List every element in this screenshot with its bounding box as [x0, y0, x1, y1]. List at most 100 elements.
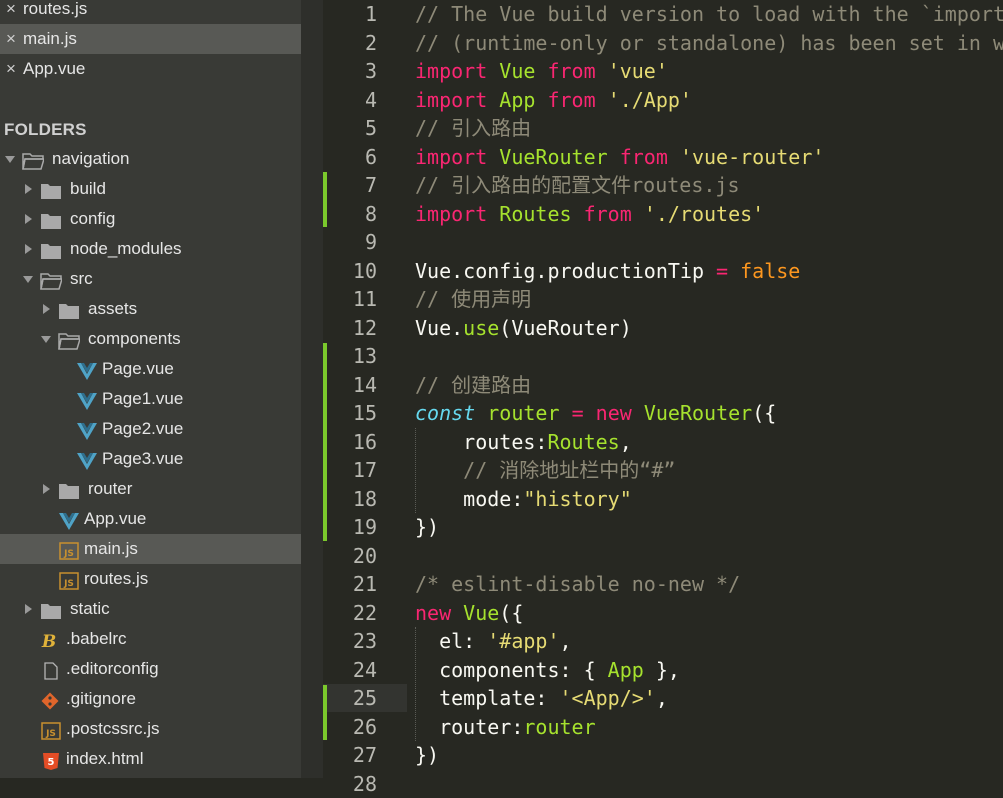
tree-item-label: node_modules [70, 239, 182, 258]
code-line[interactable]: // The Vue build version to load with th… [415, 0, 1003, 28]
git-file-icon [40, 690, 62, 710]
code-line[interactable]: mode:"history" [415, 485, 632, 513]
tree-item-config[interactable]: config [0, 204, 301, 234]
tree-item-page1-vue[interactable]: Page1.vue [0, 384, 301, 414]
open-file-1[interactable]: × main.js [0, 24, 301, 54]
tree-item-main-js[interactable]: JS main.js [0, 534, 301, 564]
code-line[interactable]: Vue.config.productionTip = false [415, 257, 800, 285]
close-icon[interactable]: × [6, 54, 16, 84]
code-line[interactable]: template: '<App/>', [415, 684, 668, 712]
code-line[interactable]: // 引入路由 [415, 114, 531, 142]
tree-item-label: Page3.vue [102, 449, 184, 468]
tree-item-src[interactable]: src [0, 264, 301, 294]
chevron-down-icon[interactable] [40, 324, 52, 354]
line-number: 26 [352, 714, 377, 739]
tree-item-page2-vue[interactable]: Page2.vue [0, 414, 301, 444]
code-line[interactable]: // 消除地址栏中的“#” [415, 456, 675, 484]
line-number: 22 [352, 600, 377, 625]
chevron-right-icon[interactable] [22, 234, 34, 264]
code-token: template: [415, 686, 560, 710]
code-line[interactable]: router:router [415, 713, 596, 741]
code-line[interactable]: // (runtime-only or standalone) has been… [415, 29, 1003, 57]
tree-item-navigation[interactable]: navigation [0, 144, 301, 174]
tree-item-page-vue[interactable]: Page.vue [0, 354, 301, 384]
folders-header: FOLDERS [4, 120, 87, 139]
tree-item-gitignore[interactable]: .gitignore [0, 684, 301, 714]
code-line[interactable]: routes:Routes, [415, 428, 632, 456]
tree-item-label: .babelrc [66, 629, 127, 648]
indent-guide [415, 427, 417, 513]
open-file-2[interactable]: × App.vue [0, 54, 301, 84]
tree-item-label: .postcssrc.js [66, 719, 160, 738]
sidebar-divider[interactable] [301, 0, 323, 778]
close-icon[interactable]: × [6, 0, 16, 24]
file-sidebar: × routes.js × main.js × App.vue FOLDERS navigat… [0, 0, 301, 778]
tree-item-node-modules[interactable]: node_modules [0, 234, 301, 264]
tree-item-page3-vue[interactable]: Page3.vue [0, 444, 301, 474]
chevron-right-icon[interactable] [22, 174, 34, 204]
code-line[interactable]: new Vue({ [415, 599, 523, 627]
code-line[interactable]: Vue.use(VueRouter) [415, 314, 632, 342]
line-number: 21 [352, 572, 377, 596]
chevron-right-icon[interactable] [40, 294, 52, 324]
open-file-0[interactable]: × routes.js [0, 0, 301, 24]
tree-item-postcssrc-js[interactable]: JS .postcssrc.js [0, 714, 301, 744]
tree-item-build[interactable]: build [0, 174, 301, 204]
tree-item-editorconfig[interactable]: .editorconfig [0, 654, 301, 684]
line-number: 16 [352, 429, 377, 454]
code-line[interactable]: import Routes from './routes' [415, 200, 764, 228]
tree-item-index-html[interactable]: 5 index.html [0, 744, 301, 774]
line-number: 3 [364, 59, 377, 83]
line-number: 5 [364, 116, 377, 140]
code-line[interactable]: import Vue from 'vue' [415, 57, 668, 85]
line-number: 13 [352, 344, 377, 368]
tree-item-assets[interactable]: assets [0, 294, 301, 324]
open-file-label: main.js [23, 29, 77, 48]
code-token: (VueRouter) [499, 315, 632, 340]
code-editor[interactable]: // The Vue build version to load with th… [415, 0, 1003, 778]
file-icon [40, 660, 62, 680]
code-line[interactable]: components: { App }, [415, 656, 680, 684]
code-token: components: { [415, 657, 608, 682]
chevron-right-icon[interactable] [22, 204, 34, 234]
tree-item-static[interactable]: static [0, 594, 301, 624]
tree-item-components[interactable]: components [0, 324, 301, 354]
code-line[interactable]: // 引入路由的配置文件routes.js [415, 171, 740, 199]
code-token: App [607, 657, 644, 682]
tree-item-router[interactable]: router [0, 474, 301, 504]
line-number: 23 [352, 629, 377, 653]
code-line[interactable]: }) [415, 513, 439, 541]
code-token: Vue [463, 600, 500, 625]
vue-file-icon [58, 510, 80, 530]
code-line[interactable]: // 创建路由 [415, 371, 531, 399]
chevron-down-icon[interactable] [4, 144, 16, 174]
line-number: 25 [352, 686, 377, 710]
tree-item-app-vue[interactable]: App.vue [0, 504, 301, 534]
tree-item-routes-js[interactable]: JS routes.js [0, 564, 301, 594]
code-token: Routes [547, 429, 620, 454]
tree-item-label: navigation [52, 149, 130, 168]
code-line[interactable]: // 使用声明 [415, 285, 531, 313]
folder-open-icon [22, 150, 46, 170]
code-line[interactable]: }) [415, 741, 439, 769]
code-token: // 使用声明 [415, 287, 532, 311]
code-token: from [619, 144, 668, 169]
chevron-right-icon[interactable] [40, 474, 52, 504]
code-line[interactable]: import App from './App' [415, 86, 692, 114]
code-line[interactable]: const router = new VueRouter({ [415, 399, 776, 427]
code-token: // (runtime-only or standalone) has been… [415, 30, 1003, 55]
chevron-right-icon[interactable] [22, 594, 34, 624]
close-icon[interactable]: × [6, 24, 16, 54]
code-token: 'vue-router' [679, 144, 825, 169]
tree-item-babelrc[interactable]: B .babelrc [0, 624, 301, 654]
code-line[interactable]: /* eslint-disable no-new */ [415, 570, 740, 598]
code-line[interactable]: el: '#app', [415, 627, 571, 655]
code-line[interactable]: import VueRouter from 'vue-router' [415, 143, 824, 171]
chevron-down-icon[interactable] [22, 264, 34, 294]
svg-text:JS: JS [63, 549, 74, 559]
